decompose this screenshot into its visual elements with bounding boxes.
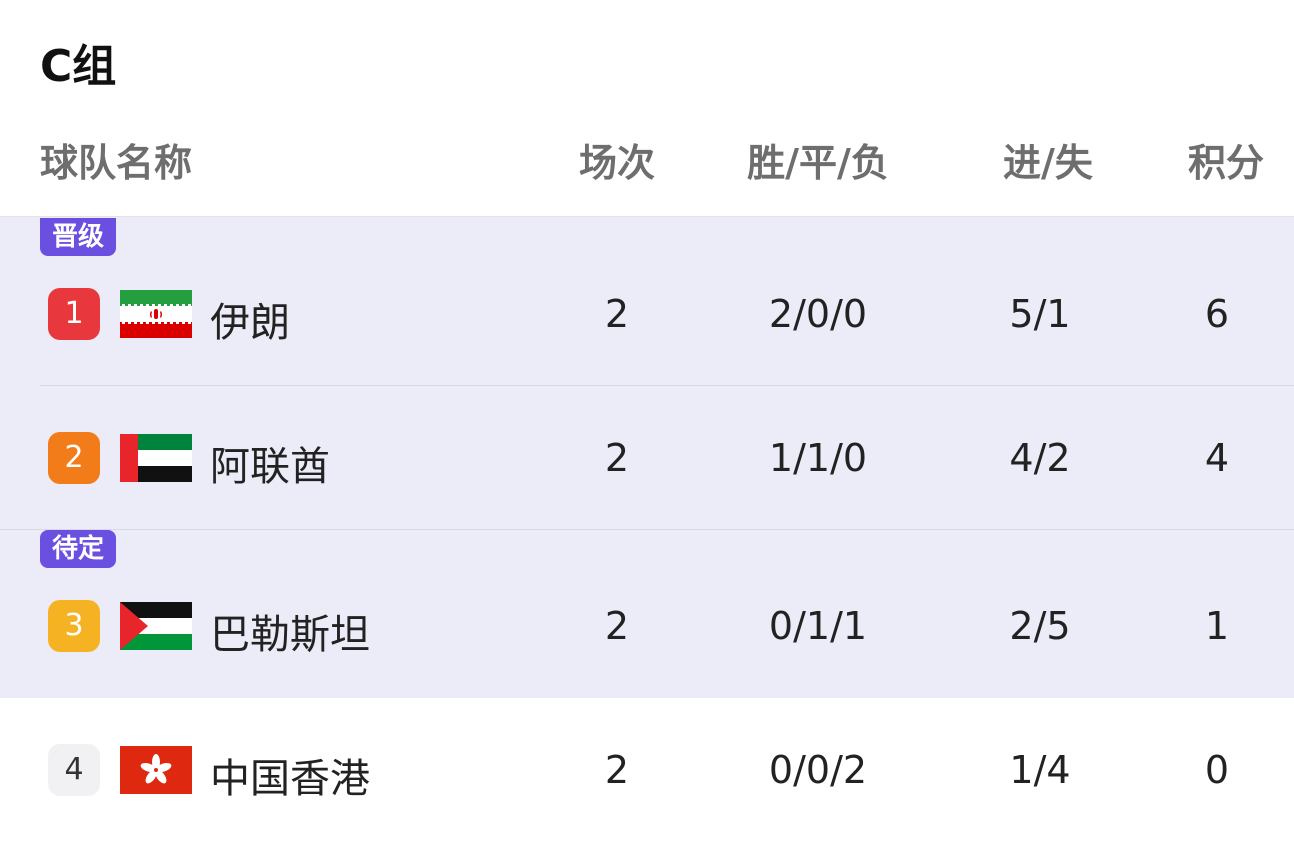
wdl-value: 0/1/1 bbox=[768, 604, 868, 648]
iran-flag-icon bbox=[120, 290, 192, 338]
team-name: 阿联酋 bbox=[210, 444, 330, 490]
column-wdl: 胜/平/负 bbox=[747, 141, 889, 185]
goals-value: 1/4 bbox=[1009, 748, 1071, 792]
played-value: 2 bbox=[604, 604, 630, 648]
points-value: 0 bbox=[1204, 748, 1230, 792]
rank-badge: 2 bbox=[48, 432, 100, 484]
zone-tag-pending: 待定 bbox=[40, 530, 117, 568]
team-name: 巴勒斯坦 bbox=[210, 612, 370, 658]
points-value: 6 bbox=[1204, 292, 1230, 336]
wdl-value: 1/1/0 bbox=[768, 436, 868, 480]
team-name: 伊朗 bbox=[210, 300, 290, 346]
goals-value: 2/5 bbox=[1009, 604, 1071, 648]
zone-tag-promoted: 晋级 bbox=[40, 218, 117, 256]
team-name: 中国香港 bbox=[210, 756, 370, 802]
palestine-flag-icon bbox=[120, 602, 192, 650]
uae-flag-icon bbox=[120, 434, 192, 482]
table-row[interactable]: 4 中国香港 2 0/0/2 1/4 0 bbox=[0, 698, 1294, 842]
rank-badge: 4 bbox=[48, 744, 100, 796]
table-row[interactable]: 2 阿联酋 2 1/1/0 4/2 4 bbox=[0, 386, 1294, 530]
played-value: 2 bbox=[604, 436, 630, 480]
points-value: 1 bbox=[1204, 604, 1230, 648]
wdl-value: 0/0/2 bbox=[768, 748, 868, 792]
table-row[interactable]: 待定 3 巴勒斯坦 2 0/1/1 2/5 1 bbox=[0, 530, 1294, 698]
group-title: C组 bbox=[40, 41, 117, 92]
goals-value: 5/1 bbox=[1009, 292, 1071, 336]
column-points: 积分 bbox=[1187, 141, 1265, 185]
points-value: 4 bbox=[1204, 436, 1230, 480]
goals-value: 4/2 bbox=[1009, 436, 1071, 480]
table-header: 球队名称 场次 胜/平/负 进/失 积分 bbox=[0, 120, 1294, 198]
column-goals: 进/失 bbox=[1003, 141, 1093, 185]
column-played: 场次 bbox=[578, 141, 656, 185]
rank-badge: 3 bbox=[48, 600, 100, 652]
played-value: 2 bbox=[604, 292, 630, 336]
wdl-value: 2/0/0 bbox=[768, 292, 868, 336]
rank-badge: 1 bbox=[48, 288, 100, 340]
played-value: 2 bbox=[604, 748, 630, 792]
column-team: 球队名称 bbox=[40, 141, 193, 185]
group-standings-card: C组 球队名称 场次 胜/平/负 进/失 积分 晋级 1 伊朗 2 2/0/0 … bbox=[0, 0, 1294, 854]
hong-kong-flag-icon bbox=[120, 746, 192, 794]
table-row[interactable]: 晋级 1 伊朗 2 2/0/0 5/1 6 bbox=[0, 218, 1294, 386]
